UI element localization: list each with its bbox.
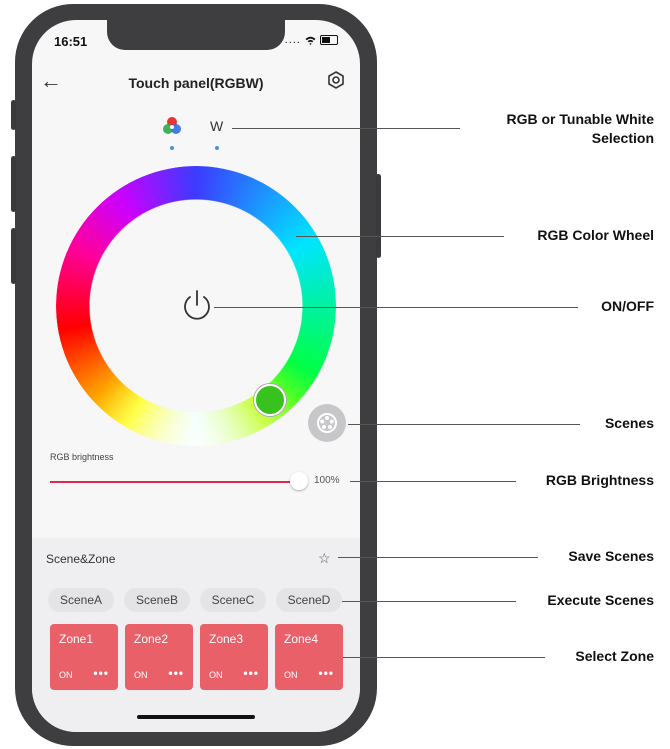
battery-icon [320,35,338,46]
callout-line-mode [232,128,460,129]
phone-volume-up [11,156,16,212]
phone-power-button [376,174,381,258]
zone-state: ON [284,670,298,680]
zone-card-2[interactable]: Zone2 ON ••• [125,624,193,690]
zone-card-4[interactable]: Zone4 ON ••• [275,624,343,690]
zone-name: Zone2 [134,632,169,646]
callout-wheel: RGB Color Wheel [537,227,654,243]
callout-line-power [214,307,578,308]
color-wheel-thumb[interactable] [254,384,286,416]
signal-icon: .... [284,34,301,46]
callout-line-wheel [296,236,504,237]
settings-hexagon-icon[interactable] [326,70,346,90]
film-reel-icon [317,413,337,433]
more-icon[interactable]: ••• [93,666,109,680]
power-icon[interactable] [181,288,213,324]
callout-line-save [338,557,538,558]
more-icon[interactable]: ••• [168,666,184,680]
page-title: Touch panel(RGBW) [128,75,264,91]
zone-state: ON [59,670,73,680]
zone-state: ON [209,670,223,680]
callout-line-brightness [350,481,516,482]
scene-button-b[interactable]: SceneB [124,588,190,612]
app-screen: 16:51 .... ← Touch panel(RGBW) W RGB bri… [32,20,360,732]
callout-brightness: RGB Brightness [545,472,654,488]
brightness-slider-thumb[interactable] [290,472,308,490]
status-time: 16:51 [54,34,88,49]
zone-card-1[interactable]: Zone1 ON ••• [50,624,118,690]
phone-volume-down [11,228,16,284]
zone-name: Zone1 [59,632,94,646]
notch [107,20,285,50]
zone-card-3[interactable]: Zone3 ON ••• [200,624,268,690]
callout-mode: RGB or Tunable White Selection [506,111,654,146]
callout-save: Save Scenes [568,548,654,564]
zone-name: Zone4 [284,632,319,646]
scene-button-a[interactable]: SceneA [48,588,114,612]
brightness-label: RGB brightness [50,452,114,462]
status-icons: .... [285,34,338,46]
callout-line-zone [343,657,545,658]
white-mode-button[interactable]: W [210,118,223,134]
home-indicator [137,715,255,719]
white-mode-indicator [215,146,219,150]
more-icon[interactable]: ••• [318,666,334,680]
brightness-slider-track[interactable] [50,481,300,483]
callout-scenes: Scenes [604,415,654,431]
callout-line-execute [342,601,516,602]
wifi-icon [305,34,320,46]
scenes-button[interactable] [308,404,346,442]
rgb-palette-icon[interactable] [162,116,182,136]
zone-name: Zone3 [209,632,244,646]
callout-power: ON/OFF [601,298,654,314]
rgb-mode-indicator [170,146,174,150]
callout-execute: Execute Scenes [547,592,654,608]
zone-state: ON [134,670,148,680]
more-icon[interactable]: ••• [243,666,259,680]
scene-button-d[interactable]: SceneD [276,588,342,612]
callout-zone: Select Zone [575,648,654,664]
save-scene-star-icon[interactable]: ☆ [318,550,331,567]
scene-button-c[interactable]: SceneC [200,588,266,612]
scene-zone-label: Scene&Zone [46,552,116,566]
phone-side-button [11,100,16,130]
brightness-value: 100% [314,475,340,486]
callout-line-scenes [348,424,580,425]
